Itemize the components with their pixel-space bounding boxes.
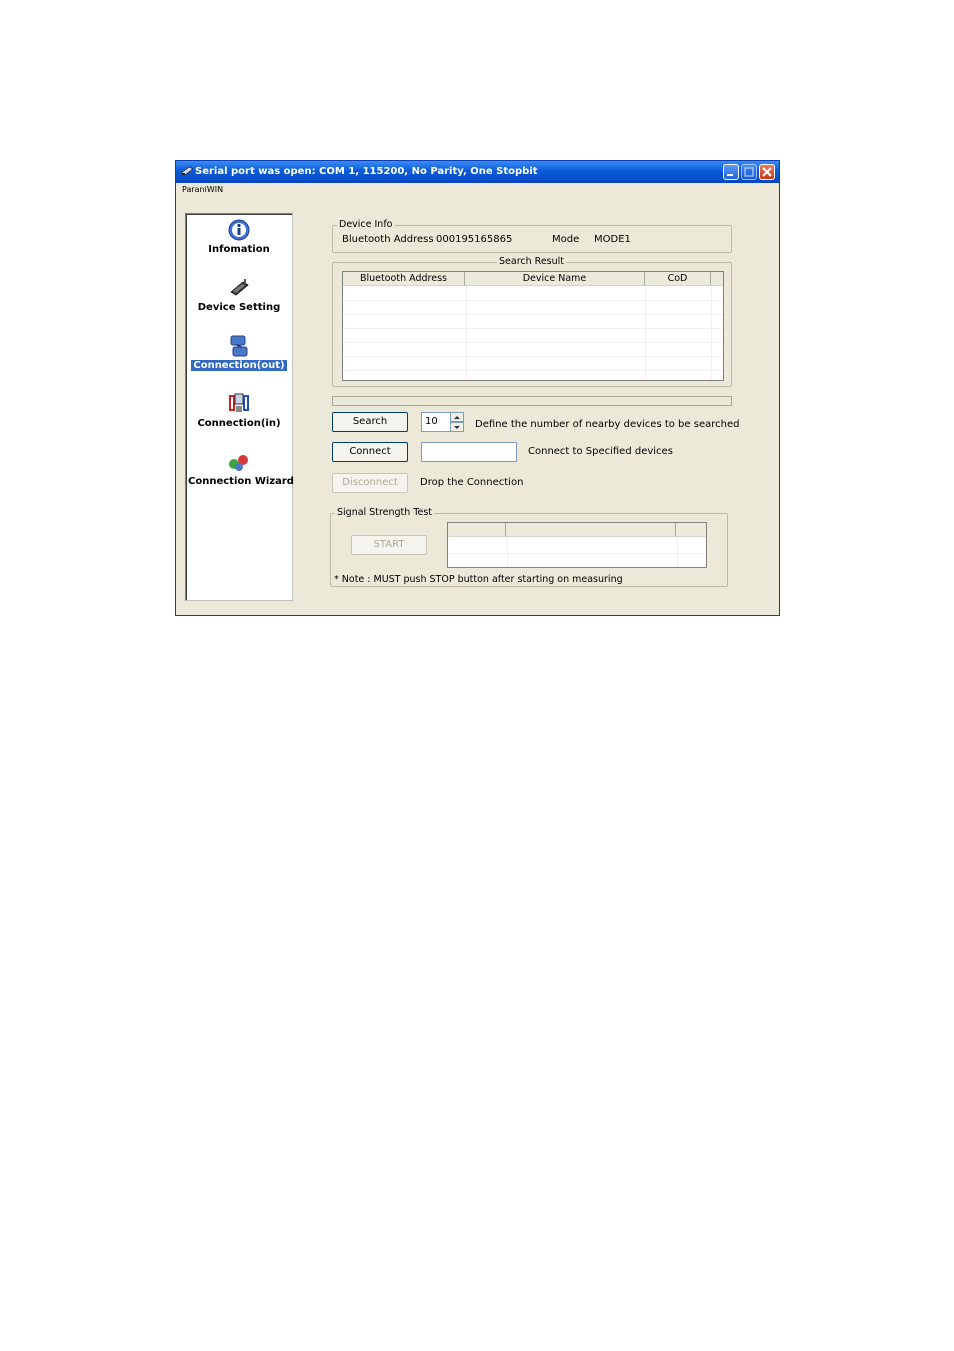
mode-label: Mode xyxy=(552,234,580,245)
sidebar-item-connection-wizard[interactable]: Connection Wizard xyxy=(186,450,294,487)
close-button[interactable] xyxy=(759,164,775,180)
sidebar-nav: Infomation Device Setting Connection(out… xyxy=(185,213,294,601)
list-row-line xyxy=(448,553,706,554)
search-result-group: Search Result Bluetooth Address Device N… xyxy=(332,256,732,387)
arrow-down-icon xyxy=(454,426,460,429)
list-row-line xyxy=(343,356,723,357)
disconnect-button[interactable]: Disconnect xyxy=(332,473,408,493)
sidebar-item-label: Connection(in) xyxy=(197,418,281,429)
column-header-cod[interactable]: CoD xyxy=(645,272,711,286)
list-row-line xyxy=(343,300,723,301)
connection-in-icon xyxy=(229,393,249,412)
signal-strength-legend: Signal Strength Test xyxy=(335,507,435,518)
signal-column-header[interactable] xyxy=(448,523,506,537)
search-result-list[interactable]: Bluetooth Address Device Name CoD xyxy=(342,271,724,381)
main-window: Serial port was open: COM 1, 115200, No … xyxy=(175,160,780,616)
device-setting-icon xyxy=(230,279,249,296)
signal-strength-group: Signal Strength Test START * Note : MUST… xyxy=(330,507,728,587)
connect-description: Connect to Specified devices xyxy=(528,446,673,457)
minimize-icon xyxy=(727,174,733,176)
maximize-button[interactable] xyxy=(741,164,757,180)
sidebar-item-label: Infomation xyxy=(208,244,270,255)
sidebar-item-device-setting[interactable]: Device Setting xyxy=(186,276,292,313)
sidebar-item-information[interactable]: Infomation xyxy=(186,218,292,255)
search-description: Define the number of nearby devices to b… xyxy=(475,419,740,430)
sidebar-item-connection-in[interactable]: Connection(in) xyxy=(186,392,292,429)
column-header-device-name[interactable]: Device Name xyxy=(465,272,645,286)
window-title: Serial port was open: COM 1, 115200, No … xyxy=(195,166,538,177)
measuring-note: * Note : MUST push STOP button after sta… xyxy=(334,574,623,585)
spin-down-button[interactable] xyxy=(450,422,464,432)
information-icon xyxy=(228,219,250,241)
list-row-line xyxy=(343,370,723,371)
close-icon xyxy=(762,167,772,177)
start-button[interactable]: START xyxy=(351,535,427,555)
column-divider xyxy=(677,537,678,567)
connect-button[interactable]: Connect xyxy=(332,442,408,462)
sidebar-item-label: Device Setting xyxy=(197,302,281,313)
list-row-line xyxy=(343,328,723,329)
bluetooth-address-label: Bluetooth Address xyxy=(342,234,434,245)
title-bar[interactable]: Serial port was open: COM 1, 115200, No … xyxy=(176,161,779,183)
sidebar-item-label: Connection(out) xyxy=(190,359,288,372)
signal-column-header[interactable] xyxy=(506,523,676,537)
signal-column-header[interactable] xyxy=(676,523,706,537)
menu-bar[interactable]: ParaniWIN xyxy=(182,185,223,194)
search-count-input[interactable]: 10 xyxy=(421,412,451,432)
mode-value: MODE1 xyxy=(594,234,631,245)
column-header-filler xyxy=(711,272,723,286)
sidebar-item-connection-out[interactable]: Connection(out) xyxy=(186,334,292,372)
connection-wizard-icon xyxy=(229,455,248,471)
connection-out-icon xyxy=(230,335,248,357)
search-progress-bar xyxy=(332,396,732,406)
bluetooth-address-value: 000195165865 xyxy=(436,234,513,245)
minimize-button[interactable] xyxy=(723,164,739,180)
list-row-line xyxy=(343,314,723,315)
disconnect-description: Drop the Connection xyxy=(420,477,524,488)
sidebar-item-label: Connection Wizard xyxy=(188,476,294,487)
app-icon xyxy=(180,166,194,176)
device-info-legend: Device Info xyxy=(337,219,395,230)
search-count-spinner[interactable] xyxy=(450,412,464,432)
menu-paraniwin[interactable]: ParaniWIN xyxy=(182,185,223,194)
search-result-legend: Search Result xyxy=(497,256,567,267)
signal-strength-list[interactable] xyxy=(447,522,707,568)
list-row-line xyxy=(343,342,723,343)
maximize-icon xyxy=(744,167,754,177)
column-divider xyxy=(507,537,508,567)
spin-up-button[interactable] xyxy=(450,412,464,422)
connect-address-input[interactable] xyxy=(421,442,517,462)
arrow-up-icon xyxy=(454,416,460,419)
column-header-bluetooth-address[interactable]: Bluetooth Address xyxy=(343,272,465,286)
device-info-group: Device Info Bluetooth Address 0001951658… xyxy=(332,219,732,253)
search-button[interactable]: Search xyxy=(332,412,408,432)
